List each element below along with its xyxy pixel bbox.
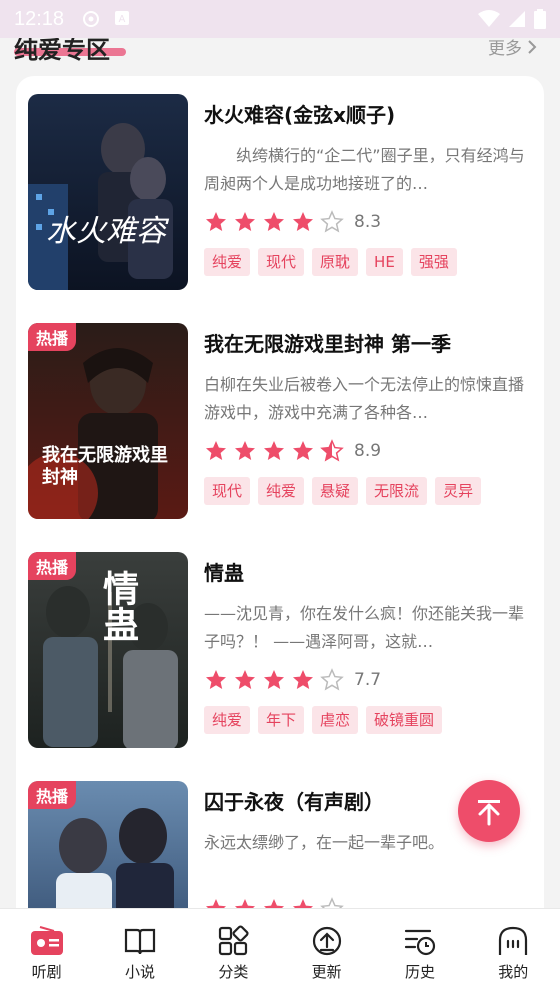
star-filled-icon [293, 670, 313, 689]
hot-badge: 热播 [28, 552, 77, 580]
star-rating [204, 210, 344, 234]
status-time: 12:18 [14, 7, 65, 30]
item-title[interactable]: 情蛊 [204, 560, 528, 586]
tag[interactable]: 纯爱 [204, 248, 251, 276]
radio-icon [30, 926, 63, 955]
score: 7.7 [354, 670, 382, 690]
more-label: 更多 [488, 39, 522, 59]
nav-item-listen[interactable]: 听剧 [0, 909, 93, 997]
star-filled-icon [235, 441, 255, 460]
star-filled-icon [206, 212, 226, 231]
star-empty-icon [320, 668, 344, 691]
nav-item-novel[interactable]: 小说 [93, 909, 186, 997]
nav-label: 小说 [124, 963, 155, 981]
category-icon [219, 925, 249, 956]
item-description: 白柳在失业后被卷入一个无法停止的惊悚直播游戏中，游戏中充满了各种各… [204, 375, 525, 422]
tag[interactable]: 纯爱 [204, 706, 251, 734]
tag-list: 现代 纯爱 悬疑 无限流 灵异 [204, 477, 528, 505]
book-icon [124, 928, 156, 955]
tag[interactable]: 破镜重圆 [366, 706, 443, 734]
chevron-right-icon [528, 39, 537, 54]
nav-label: 历史 [404, 963, 435, 981]
tag[interactable]: 现代 [204, 477, 251, 505]
cover-image[interactable]: 热播 我在无限游戏里封神 [28, 323, 188, 519]
score: 8.9 [354, 441, 382, 461]
cover-title: 我在无限游戏里封神 [42, 445, 168, 488]
star-filled-icon [235, 212, 255, 231]
tag[interactable]: 强强 [410, 248, 457, 276]
wifi-icon [478, 10, 500, 27]
cover-image[interactable]: 水火难容 [28, 94, 188, 290]
more-link[interactable]: 更多 [488, 38, 538, 59]
star-half-icon [320, 439, 344, 462]
tag[interactable]: 原耽 [312, 248, 359, 276]
list-item[interactable]: 水火难容 水火难容(金弦x顺子) 纨绔横行的“企二代”圈子里，只有经鸿与周昶两个… [28, 94, 532, 290]
tag[interactable]: 虐恋 [312, 706, 359, 734]
section-title: 纯爱专区 [14, 38, 110, 64]
score: 8.3 [354, 212, 382, 232]
section-header: 纯爱专区 更多 [0, 38, 560, 78]
nav-label: 听剧 [31, 963, 62, 981]
star-empty-icon [320, 210, 344, 233]
star-filled-icon [206, 670, 226, 689]
tag[interactable]: 年下 [258, 706, 305, 734]
update-icon [312, 926, 341, 956]
bottom-nav: 听剧 小说 分类 更新 历史 我的 [0, 908, 560, 997]
back-to-top-button[interactable] [458, 780, 520, 842]
tag[interactable]: 纯爱 [258, 477, 305, 505]
rating: 8.3 [204, 208, 528, 236]
tag[interactable]: 现代 [258, 248, 305, 276]
notification-a-icon: A [115, 11, 130, 25]
cover-image[interactable]: 热播 情蛊 [28, 552, 188, 748]
star-rating [204, 439, 344, 463]
star-rating [204, 668, 344, 692]
tag[interactable]: 灵异 [435, 477, 482, 505]
nav-item-history[interactable]: 历史 [373, 909, 466, 997]
nav-item-update[interactable]: 更新 [280, 909, 373, 997]
history-icon [404, 929, 436, 956]
profile-icon [499, 926, 528, 955]
list-item[interactable]: 热播 我在无限游戏里封神 我在无限游戏里封神 第一季 白柳在失业后被卷入一个无法… [28, 323, 532, 519]
nav-label: 分类 [218, 963, 249, 981]
battery-icon [534, 9, 546, 29]
cover-title: 情蛊 [97, 570, 139, 642]
nav-item-category[interactable]: 分类 [187, 909, 280, 997]
sync-icon [83, 11, 100, 27]
star-filled-icon [264, 670, 284, 689]
status-bar: 12:18 A [0, 0, 560, 38]
item-description: ——沈见青，你在发什么疯！你还能关我一辈子吗？！ ——遇泽阿哥，这就… [204, 604, 525, 651]
nav-item-profile[interactable]: 我的 [467, 909, 560, 997]
drama-list: 水火难容 水火难容(金弦x顺子) 纨绔横行的“企二代”圈子里，只有经鸿与周昶两个… [16, 76, 544, 976]
signal-icon [509, 11, 525, 27]
star-filled-icon [293, 212, 313, 231]
star-filled-icon [264, 441, 284, 460]
rating: 8.9 [204, 437, 528, 465]
hot-badge: 热播 [28, 781, 77, 809]
cover-title: 水火难容 [46, 214, 166, 249]
item-description: 纨绔横行的“企二代”圈子里，只有经鸿与周昶两个人是成功地接班了的… [204, 146, 525, 193]
tag[interactable]: 无限流 [366, 477, 428, 505]
item-title[interactable]: 水火难容(金弦x顺子) [204, 102, 528, 128]
tag[interactable]: HE [366, 248, 403, 276]
star-filled-icon [293, 441, 313, 460]
star-filled-icon [264, 212, 284, 231]
hot-badge: 热播 [28, 323, 77, 351]
svg-text:A: A [119, 14, 126, 25]
list-item[interactable]: 热播 情蛊 情蛊 ——沈见青，你在发什么疯！你还能关我一辈子吗？！ ——遇泽阿哥… [28, 552, 532, 748]
star-filled-icon [235, 670, 255, 689]
rating: 7.7 [204, 666, 528, 694]
tag-list: 纯爱 年下 虐恋 破镜重圆 [204, 706, 528, 734]
arrow-up-icon [478, 800, 500, 826]
nav-label: 更新 [311, 963, 342, 981]
star-filled-icon [206, 441, 226, 460]
tag[interactable]: 悬疑 [312, 477, 359, 505]
tag-list: 纯爱 现代 原耽 HE 强强 [204, 248, 528, 276]
nav-label: 我的 [498, 963, 529, 981]
item-title[interactable]: 我在无限游戏里封神 第一季 [204, 331, 528, 357]
